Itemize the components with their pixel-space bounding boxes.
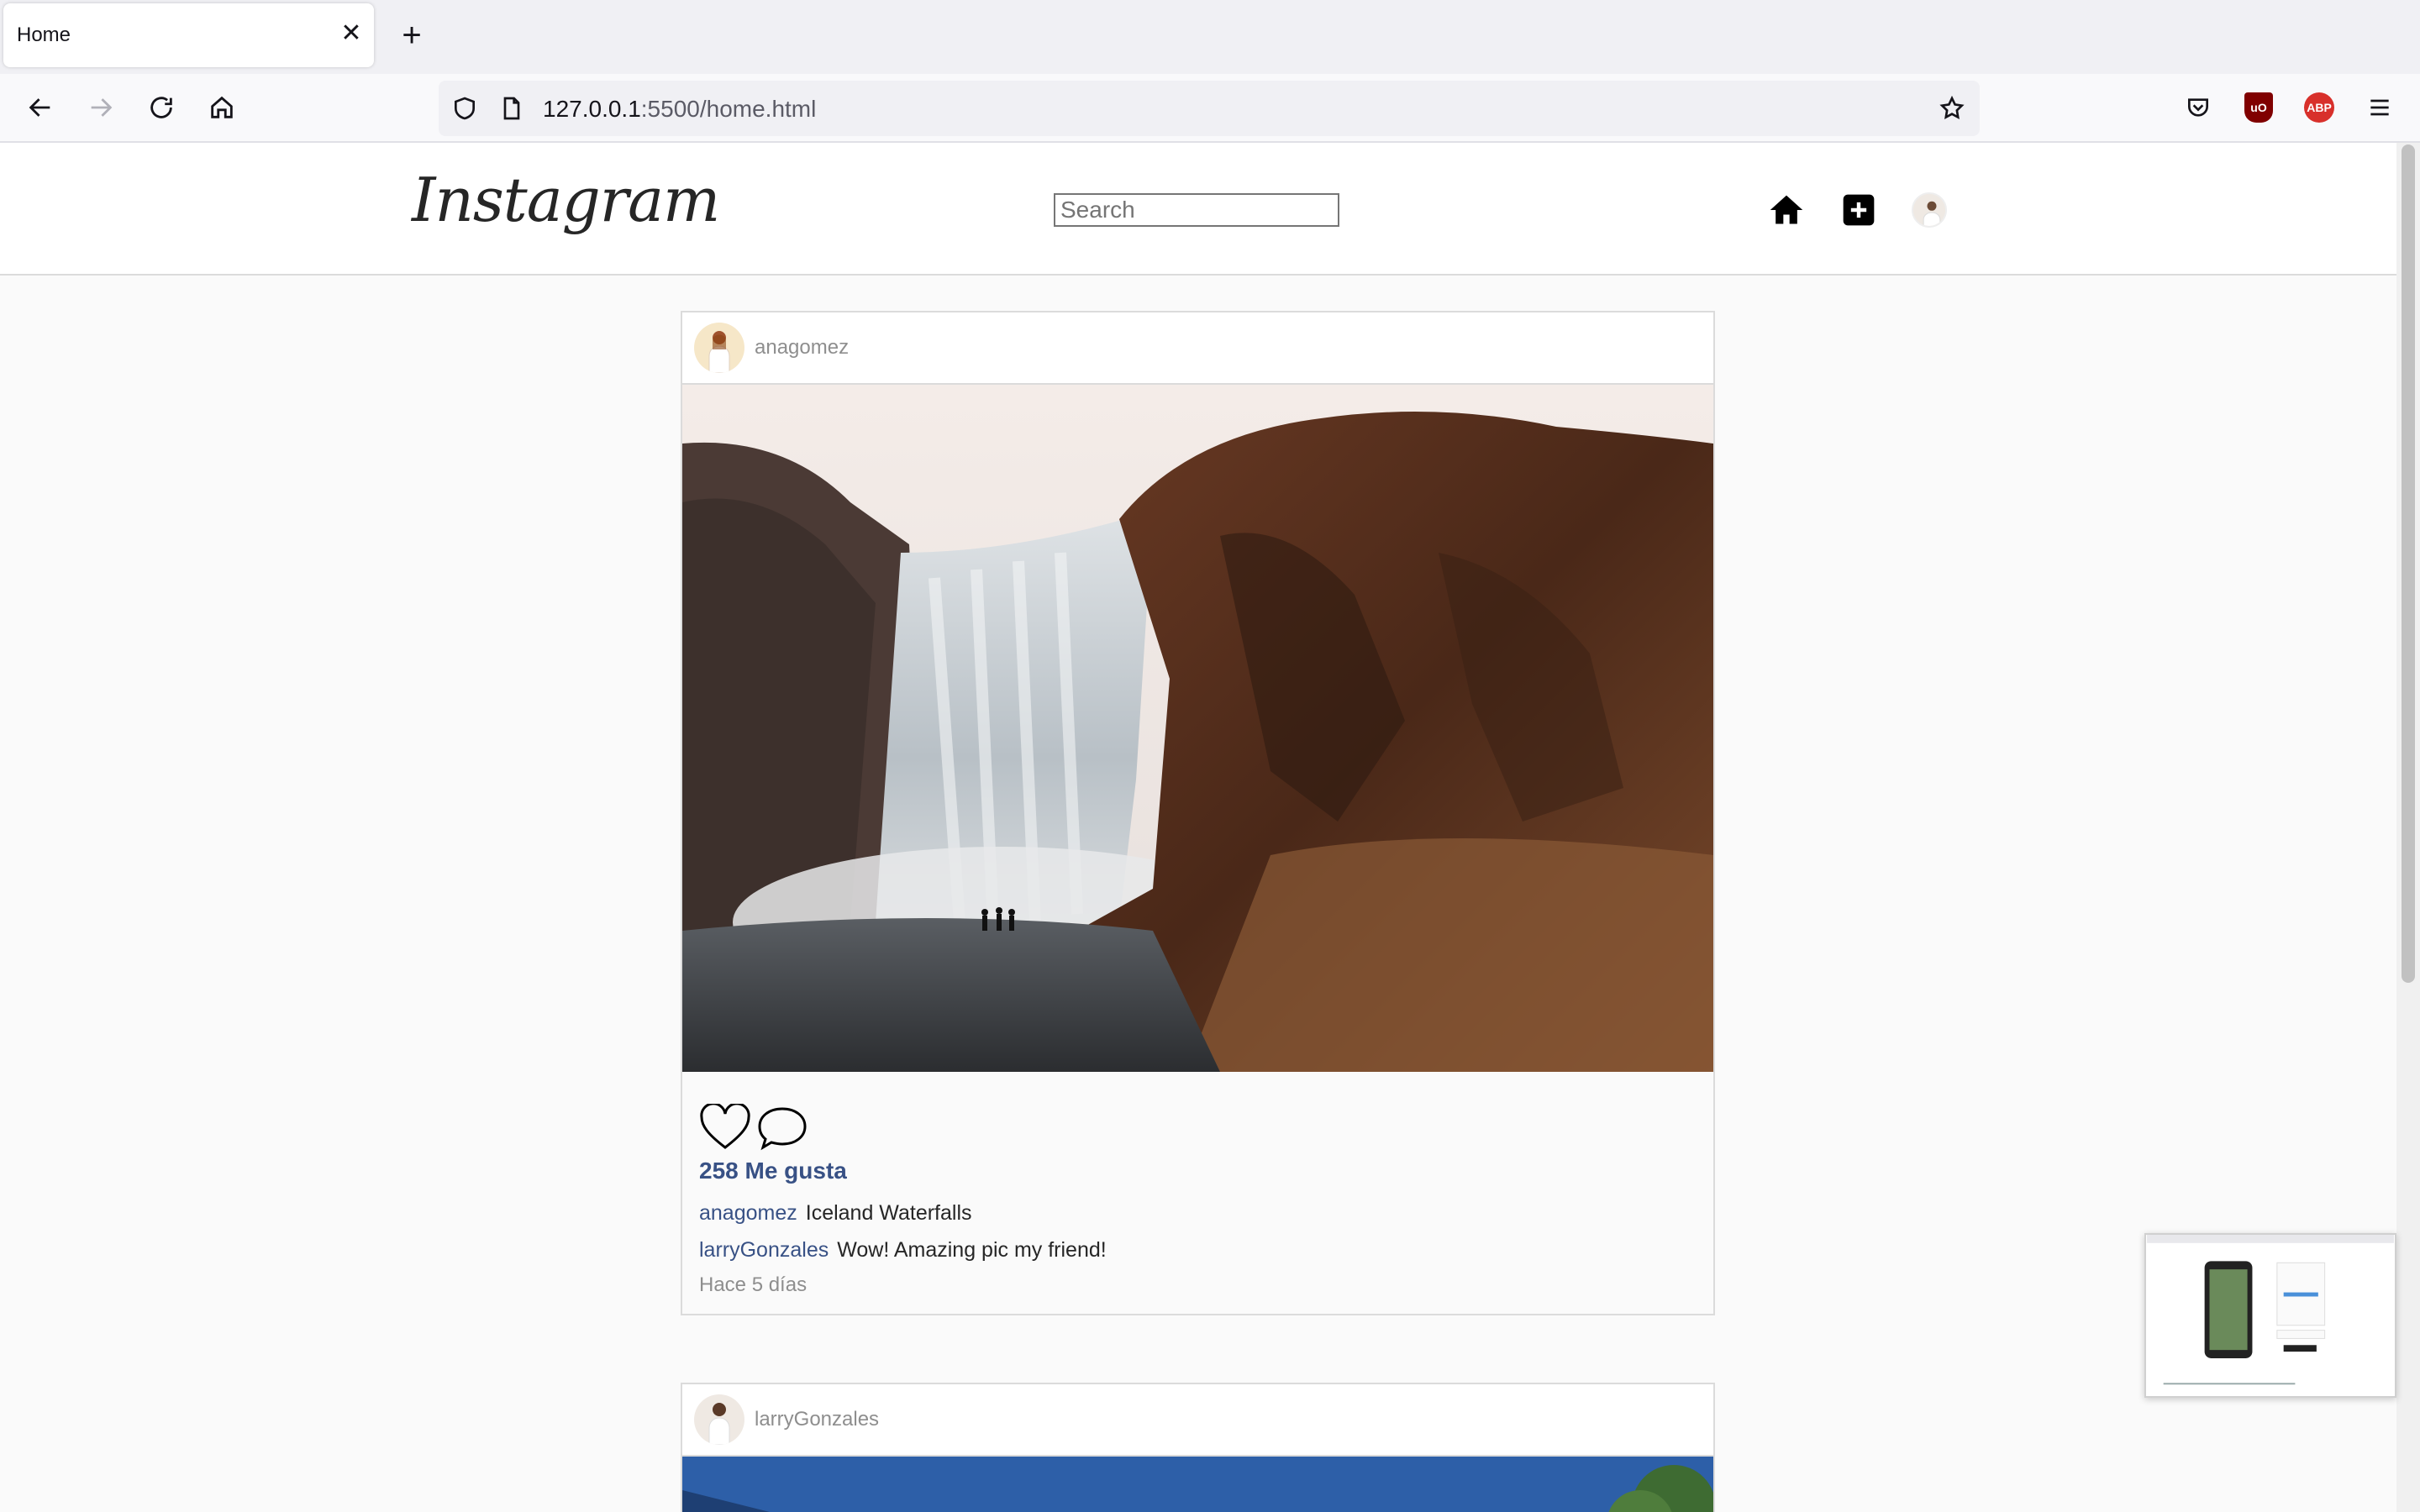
close-tab-icon[interactable]: ✕ (338, 20, 365, 47)
caption-username[interactable]: anagomez (699, 1201, 797, 1225)
browser-tab-strip: Home ✕ + (0, 0, 2420, 74)
shield-icon[interactable] (449, 92, 481, 124)
floating-preview-window[interactable] (2144, 1233, 2396, 1398)
menu-icon[interactable] (2361, 89, 2398, 126)
url-text[interactable]: 127.0.0.1:5500/home.html (543, 96, 816, 123)
post-avatar[interactable] (694, 1394, 744, 1445)
forward-icon[interactable] (82, 89, 119, 126)
comment-text: Wow! Amazing pic my friend! (837, 1238, 1107, 1262)
profile-avatar[interactable] (1909, 190, 1949, 230)
post-header: larryGonzales (682, 1384, 1713, 1457)
browser-nav-bar: 127.0.0.1:5500/home.html uO ABP (0, 74, 2420, 143)
page-scrollbar-thumb[interactable] (2402, 144, 2415, 983)
url-host: 127.0.0.1 (543, 96, 641, 122)
search-input[interactable] (1054, 193, 1339, 227)
post-card: larryGonzales (681, 1383, 1715, 1512)
adblock-plus-icon[interactable]: ABP (2301, 89, 2338, 126)
likes-count: 258 Me gusta (699, 1158, 847, 1184)
bookmark-star-icon[interactable] (1936, 92, 1968, 124)
reload-icon[interactable] (143, 89, 180, 126)
url-path: :5500/home.html (640, 96, 817, 122)
back-icon[interactable] (22, 89, 59, 126)
caption-line: anagomez Iceland Waterfalls (699, 1201, 972, 1226)
comment-username[interactable]: larryGonzales (699, 1238, 829, 1262)
url-bar[interactable]: 127.0.0.1:5500/home.html (439, 81, 1980, 136)
like-heart-icon[interactable] (699, 1104, 751, 1151)
instagram-header: Instagram (0, 143, 2396, 276)
comment-line: larryGonzales Wow! Amazing pic my friend! (699, 1238, 1107, 1263)
avatar (1912, 192, 1947, 228)
post-image (682, 1457, 1713, 1512)
post-card: anagomez 258 Me gusta anagomez Iceland W… (681, 311, 1715, 1315)
post-username[interactable]: larryGonzales (755, 1408, 879, 1431)
post-avatar[interactable] (694, 323, 744, 373)
instagram-logo[interactable]: Instagram (412, 165, 720, 235)
page-viewport: Instagram anagomez (0, 143, 2396, 1512)
post-username[interactable]: anagomez (755, 336, 849, 360)
comment-bubble-icon[interactable] (756, 1104, 808, 1151)
preview-thumbnail (2147, 1235, 2394, 1396)
home-nav-icon[interactable] (1766, 190, 1807, 230)
tab-title: Home (17, 24, 71, 46)
home-icon[interactable] (203, 89, 240, 126)
post-image (682, 385, 1713, 1072)
post-header: anagomez (682, 312, 1713, 385)
page-icon (496, 92, 528, 124)
post-timestamp: Hace 5 días (699, 1273, 808, 1296)
ublock-origin-icon[interactable]: uO (2240, 89, 2277, 126)
new-post-icon[interactable] (1839, 190, 1879, 230)
new-tab-icon[interactable]: + (395, 18, 429, 52)
caption-text: Iceland Waterfalls (805, 1201, 972, 1225)
pocket-icon[interactable] (2180, 89, 2217, 126)
browser-tab[interactable]: Home ✕ (3, 3, 374, 67)
post-actions (699, 1104, 808, 1156)
